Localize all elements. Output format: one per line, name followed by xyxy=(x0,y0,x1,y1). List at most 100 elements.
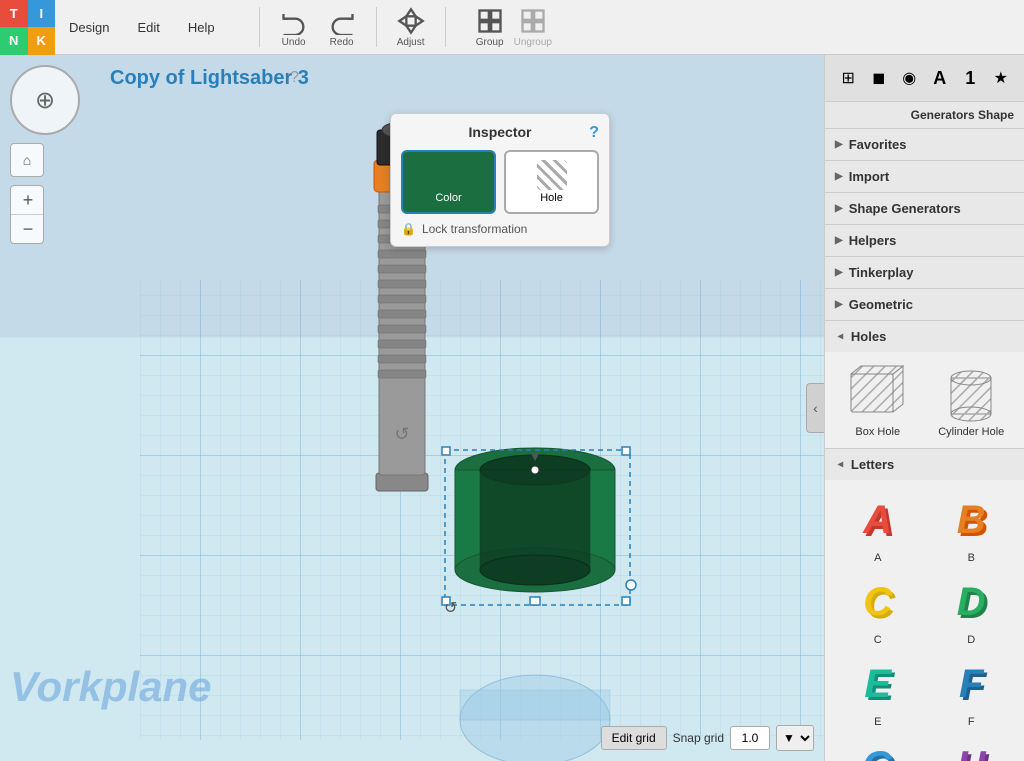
zoom-in-button[interactable]: + xyxy=(11,186,45,214)
logo-t: T xyxy=(0,0,28,27)
letter-a-shape: A xyxy=(843,490,913,550)
holes-section: ▼ Holes xyxy=(825,321,1024,449)
zoom-out-button[interactable]: − xyxy=(11,215,45,243)
workplane-text: Vorkplane xyxy=(10,663,212,711)
favorites-header[interactable]: ▶ Favorites xyxy=(825,129,1024,160)
helpers-section: ▶ Helpers xyxy=(825,225,1024,257)
geometric-header[interactable]: ▶ Geometric xyxy=(825,289,1024,320)
letter-b-label: B xyxy=(968,552,975,564)
cylinder-hole-item[interactable]: Cylinder Hole xyxy=(929,362,1015,438)
letter-b-item[interactable]: B B xyxy=(929,490,1015,564)
favorites-arrow: ▶ xyxy=(835,139,843,150)
edit-grid-button[interactable]: Edit grid xyxy=(601,726,667,750)
letter-e-item[interactable]: E E xyxy=(835,654,921,728)
undo-button[interactable]: Undo xyxy=(280,7,308,48)
letters-content: A A B B C C D D xyxy=(825,480,1024,761)
helpers-arrow: ▶ xyxy=(835,235,843,246)
letter-g-shape: G xyxy=(843,736,913,761)
cylinder-hole-label: Cylinder Hole xyxy=(938,426,1004,438)
holes-label: Holes xyxy=(851,329,886,344)
toolbar-divider-1 xyxy=(259,7,260,47)
letter-c-item[interactable]: C C xyxy=(835,572,921,646)
letter-d-shape: D xyxy=(936,572,1006,632)
inspector-help-button[interactable]: ? xyxy=(589,124,599,142)
letter-g-item[interactable]: G G xyxy=(835,736,921,761)
cylinder-hole-shape xyxy=(936,362,1006,422)
group-tools: Group Ungroup xyxy=(476,7,552,48)
ungroup-label: Ungroup xyxy=(514,37,552,48)
lock-icon: 🔒 xyxy=(401,222,416,236)
view-home-button[interactable]: ⌂ xyxy=(10,143,44,177)
letter-f-item[interactable]: F F xyxy=(929,654,1015,728)
letter-a-item[interactable]: A A xyxy=(835,490,921,564)
letter-c-label: C xyxy=(874,634,882,646)
ungroup-button[interactable]: Ungroup xyxy=(514,7,552,48)
grid-view-icon[interactable]: ⊞ xyxy=(833,63,863,93)
text-view-icon[interactable]: A xyxy=(925,63,955,93)
import-label: Import xyxy=(849,169,889,184)
holes-header[interactable]: ▼ Holes xyxy=(825,321,1024,352)
shape-generators-header[interactable]: ▶ Shape Generators xyxy=(825,193,1024,224)
panel-top-icons: ⊞ ◼ ◉ A 1 ★ xyxy=(825,55,1024,102)
tinkerplay-label: Tinkerplay xyxy=(849,265,914,280)
geometric-arrow: ▶ xyxy=(835,299,843,310)
letter-d-item[interactable]: D D xyxy=(929,572,1015,646)
favorites-section: ▶ Favorites xyxy=(825,129,1024,161)
tinkerplay-header[interactable]: ▶ Tinkerplay xyxy=(825,257,1024,288)
redo-button[interactable]: Redo xyxy=(328,7,356,48)
help-button[interactable]: ? xyxy=(290,69,299,87)
group-button[interactable]: Group xyxy=(476,7,504,48)
letter-h-item[interactable]: H H xyxy=(929,736,1015,761)
snap-value-input[interactable] xyxy=(730,726,770,750)
viewport-controls: ⌂ + − xyxy=(10,65,80,244)
lock-label: Lock transformation xyxy=(422,222,527,236)
color-button[interactable]: Color xyxy=(401,150,496,214)
letters-header[interactable]: ▼ Letters xyxy=(825,449,1024,480)
project-title-text: Copy of Lightsaber 3 xyxy=(110,67,309,89)
holes-grid: Box Hole xyxy=(835,362,1014,438)
holes-content: Box Hole xyxy=(825,352,1024,448)
inspector-buttons: Color Hole xyxy=(401,150,599,214)
hole-button[interactable]: Hole xyxy=(504,150,599,214)
box-view-icon[interactable]: ◼ xyxy=(864,63,894,93)
sphere-view-icon[interactable]: ◉ xyxy=(894,63,924,93)
help-menu-button[interactable]: Help xyxy=(174,0,229,54)
nav-menu: Design Edit Help xyxy=(55,0,229,54)
holes-arrow: ▼ xyxy=(834,332,845,342)
inspector-title: Inspector xyxy=(401,124,599,140)
letter-f-shape: F xyxy=(936,654,1006,714)
color-label: Color xyxy=(435,192,461,204)
shape-gen-arrow: ▶ xyxy=(835,203,843,214)
helpers-label: Helpers xyxy=(849,233,897,248)
favorites-label: Favorites xyxy=(849,137,907,152)
import-header[interactable]: ▶ Import xyxy=(825,161,1024,192)
toolbar-divider-3 xyxy=(445,7,446,47)
letter-e-shape: E xyxy=(843,654,913,714)
snap-grid-label: Snap grid xyxy=(673,731,724,745)
canvas-area[interactable]: ↺ ▼ ↺ xyxy=(0,55,824,761)
helpers-header[interactable]: ▶ Helpers xyxy=(825,225,1024,256)
number-view-icon[interactable]: 1 xyxy=(955,63,985,93)
letter-b-shape: B xyxy=(936,490,1006,550)
letters-section: ▼ Letters A A B B C C xyxy=(825,449,1024,761)
box-hole-label: Box Hole xyxy=(855,426,900,438)
snap-bar: Edit grid Snap grid ▼ xyxy=(601,725,814,751)
design-menu-button[interactable]: Design xyxy=(55,0,123,54)
box-hole-item[interactable]: Box Hole xyxy=(835,362,921,438)
logo-i: I xyxy=(28,0,56,27)
letters-arrow: ▼ xyxy=(834,460,845,470)
letter-c-shape: C xyxy=(843,572,913,632)
nav-orbit-control[interactable] xyxy=(10,65,80,135)
hole-pattern xyxy=(537,160,567,190)
panel-collapse-button[interactable]: ‹ xyxy=(806,383,824,433)
adjust-button[interactable]: Adjust xyxy=(397,7,425,48)
star-view-icon[interactable]: ★ xyxy=(986,63,1016,93)
hole-label: Hole xyxy=(540,192,563,204)
main-area: ↺ ▼ ↺ xyxy=(0,55,1024,761)
edit-menu-button[interactable]: Edit xyxy=(123,0,173,54)
lock-transformation-button[interactable]: 🔒 Lock transformation xyxy=(401,222,599,236)
box-hole-shape xyxy=(843,362,913,422)
adjust-label: Adjust xyxy=(397,37,425,48)
letters-grid: A A B B C C D D xyxy=(835,490,1014,761)
snap-dropdown[interactable]: ▼ xyxy=(776,725,814,751)
